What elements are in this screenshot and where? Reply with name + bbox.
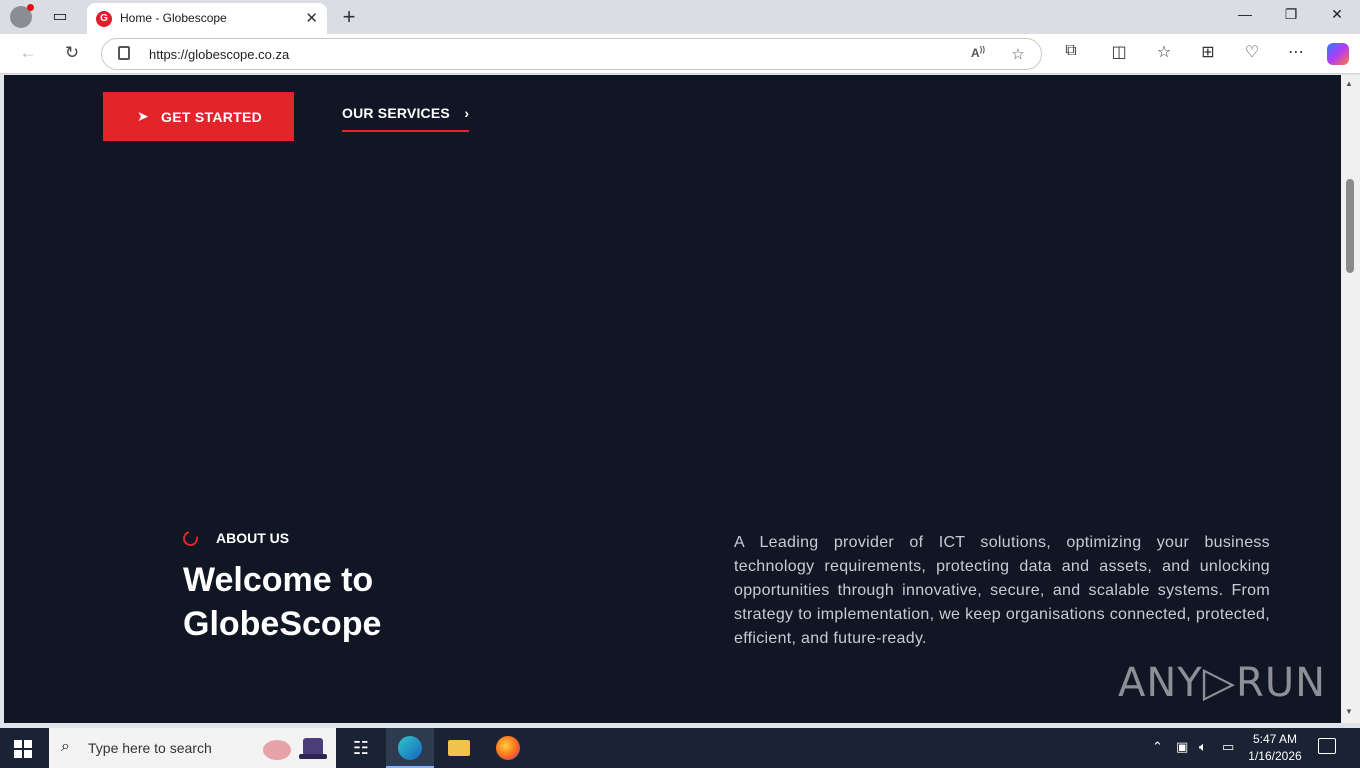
read-aloud-icon[interactable]: A)) [968,45,988,60]
tab-title: Home - Globescope [120,11,227,25]
firefox-icon[interactable] [484,728,532,768]
restore-icon[interactable]: ❐ [1276,6,1306,23]
scroll-up-arrow-icon[interactable]: ▲ [1345,79,1353,88]
our-services-label: OUR SERVICES [342,105,450,121]
clock-date: 1/16/2026 [1248,749,1302,763]
windows-start-icon[interactable] [14,740,32,758]
scroll-down-arrow-icon[interactable]: ▼ [1345,707,1353,716]
more-menu-icon[interactable]: ⋯ [1284,42,1308,62]
tab-close-icon[interactable]: ✕ [305,9,318,27]
meet-now-icon[interactable]: ▣ [1176,739,1188,755]
url-text[interactable]: https://globescope.co.za [149,47,289,62]
new-tab-plus-icon[interactable]: + [338,4,360,30]
taskbar-clock[interactable]: 5:47 AM 1/16/2026 [1240,731,1310,765]
chevron-right-icon: › [464,105,470,121]
copilot-icon[interactable] [1327,43,1349,65]
scrollbar-thumb[interactable] [1346,179,1354,273]
windows-taskbar: ⌕ Type here to search ☷ ⌃ ▣ 🔈︎ ▭ 5:47 AM… [0,728,1360,768]
page-scrollbar[interactable]: ▲ ▼ [1341,75,1360,723]
tab-actions-icon[interactable]: ▭ [48,8,72,26]
clock-time: 5:47 AM [1252,732,1298,746]
our-services-link[interactable]: OUR SERVICES › [342,105,470,132]
watermark-right: RUN [1236,660,1327,706]
search-placeholder: Type here to search [88,740,212,756]
edge-browser-icon[interactable] [386,728,434,768]
loading-ring-icon [180,528,201,549]
favorites-icon[interactable]: ☆ [1152,42,1176,62]
taskbar-search-box[interactable]: ⌕ Type here to search [49,728,336,768]
get-started-label: GET STARTED [161,109,263,125]
paper-plane-icon: ➤ [137,108,149,124]
notifications-icon[interactable] [1318,738,1336,754]
browser-essentials-heart-icon[interactable]: ♡ [1240,42,1264,62]
search-highlight-art-icon [263,738,327,760]
volume-icon[interactable]: 🔈︎ [1199,739,1207,755]
anyrun-watermark-logo: ANY▷RUN [1118,657,1326,706]
watermark-left: ANY [1118,660,1203,706]
about-description: A Leading provider of ICT solutions, opt… [734,534,1270,647]
lock-icon[interactable] [118,46,130,60]
back-arrow-icon[interactable]: ← [17,43,39,63]
collections-icon[interactable]: ⊞ [1196,42,1220,62]
show-hidden-icons-chevron-icon[interactable]: ⌃ [1152,739,1163,755]
task-view-icon[interactable]: ☷ [337,728,385,768]
about-us-label: ABOUT US [216,530,290,546]
search-icon: ⌕ [61,738,70,755]
profile-avatar-icon[interactable] [10,4,34,28]
browser-tab-home[interactable]: G Home - Globescope ✕ [87,3,327,34]
website-viewport: ➤ GET STARTED OUR SERVICES › ABOUT US We… [4,75,1341,723]
file-explorer-icon[interactable] [435,728,483,768]
close-window-icon[interactable]: ✕ [1322,6,1352,23]
favorite-star-icon[interactable]: ☆ [1008,45,1028,63]
address-bar[interactable]: https://globescope.co.za A)) ☆ [101,38,1042,70]
extensions-puzzle-icon[interactable]: ⧉ [1059,42,1083,60]
welcome-heading: Welcome to GlobeScope [183,561,382,643]
get-started-button[interactable]: ➤ GET STARTED [103,92,294,141]
minimize-icon[interactable]: — [1230,6,1260,22]
refresh-icon[interactable]: ↻ [61,43,83,63]
browser-toolbar: ← ↻ https://globescope.co.za A)) ☆ ⧉ ◫ ☆… [0,34,1360,74]
play-triangle-icon: ▷ [1202,657,1237,706]
split-screen-icon[interactable]: ◫ [1107,42,1131,62]
network-icon[interactable]: ▭ [1222,739,1234,755]
browser-tab-strip: ▭ G Home - Globescope ✕ + — ❐ ✕ [0,0,1360,34]
globescope-favicon-icon: G [96,11,112,27]
